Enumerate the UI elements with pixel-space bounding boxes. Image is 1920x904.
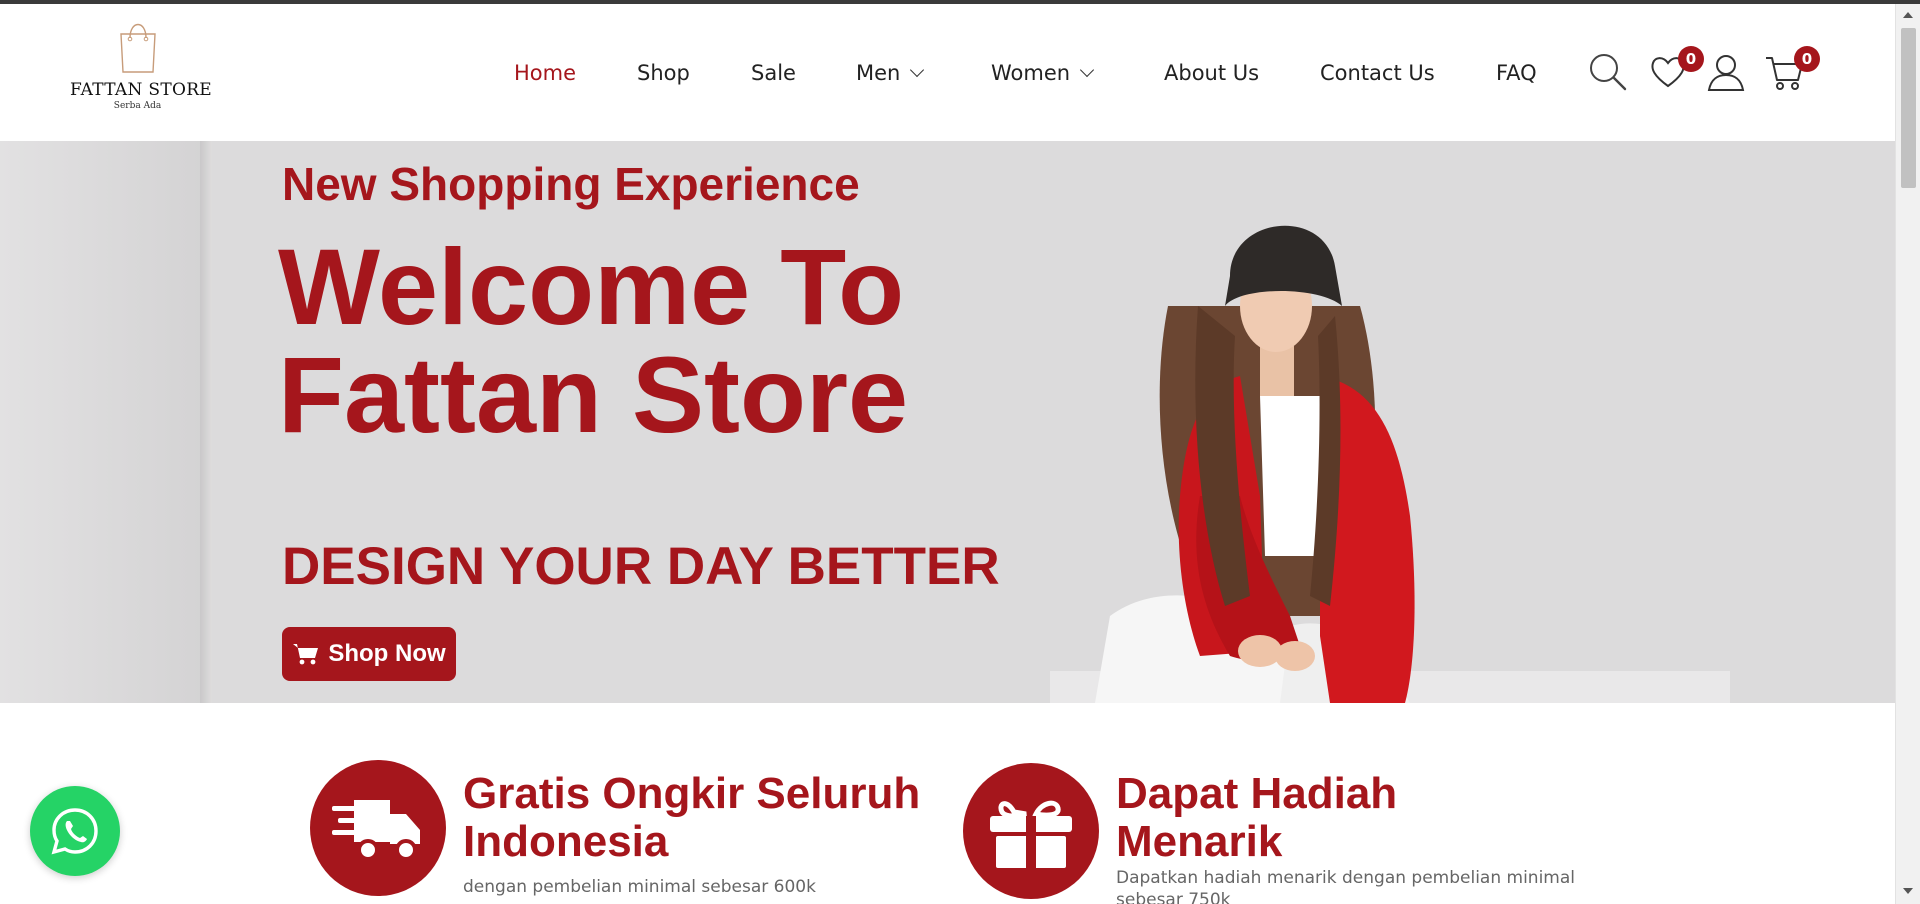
cart-button[interactable]: 0 <box>1764 46 1820 96</box>
whatsapp-chat-button[interactable] <box>30 786 120 876</box>
gift-icon-circle <box>963 763 1099 899</box>
user-icon <box>1707 55 1745 91</box>
hero-title-line1: Welcome To <box>278 226 905 347</box>
nav-shop[interactable]: Shop <box>637 61 690 85</box>
delivery-truck-icon <box>332 800 420 861</box>
nav-men-label: Men <box>856 61 901 85</box>
search-icon <box>1590 54 1627 91</box>
chevron-down-icon <box>910 62 925 78</box>
cart-count-badge: 0 <box>1794 46 1820 72</box>
wishlist-count-badge: 0 <box>1678 46 1704 72</box>
hero-banner: New Shopping Experience Welcome To Fatta… <box>0 141 1895 703</box>
gift-icon <box>990 800 1072 868</box>
brand-tagline: Serba Ada <box>113 101 162 111</box>
feature-title-line2: Menarik <box>1116 817 1283 866</box>
hero-title-line2: Fattan Store <box>278 334 909 455</box>
nav-women[interactable]: Women <box>991 61 1095 85</box>
nav-shop-label: Shop <box>637 61 690 85</box>
nav-home-label: Home <box>514 61 577 85</box>
scrollbar-thumb[interactable] <box>1901 28 1916 188</box>
delivery-truck-icon-circle <box>310 760 446 896</box>
feature-title-line1: Dapat Hadiah <box>1116 769 1398 818</box>
hero-tagline: DESIGN YOUR DAY BETTER <box>282 537 1000 596</box>
nav-about[interactable]: About Us <box>1164 61 1259 85</box>
nav-women-label: Women <box>991 61 1071 85</box>
scroll-up-arrow-icon[interactable] <box>1903 12 1913 18</box>
feature-title-line1: Gratis Ongkir Seluruh <box>463 769 921 818</box>
hero-model-image <box>1095 225 1415 703</box>
nav-contact[interactable]: Contact Us <box>1320 61 1435 85</box>
nav-sale[interactable]: Sale <box>751 61 796 85</box>
nav-about-label: About Us <box>1164 61 1260 85</box>
nav-faq-label: FAQ <box>1496 61 1537 85</box>
feature-title: Gratis Ongkir Seluruh Indonesia <box>463 770 920 866</box>
hero-background-edge <box>200 141 212 703</box>
nav-faq[interactable]: FAQ <box>1496 61 1537 85</box>
account-button[interactable] <box>1706 52 1750 96</box>
feature-description: Dapatkan hadiah menarik dengan pembelian… <box>1116 868 1575 904</box>
hero-subtitle: New Shopping Experience <box>282 158 860 210</box>
hero-title: Welcome To Fattan Store <box>278 233 908 449</box>
feature-title: Dapat Hadiah Menarik <box>1116 770 1397 866</box>
main-nav: Home Shop Sale Men Women About Us Contac… <box>0 61 1600 91</box>
cart-icon <box>293 644 319 665</box>
page-scrollbar[interactable] <box>1895 4 1920 904</box>
nav-men[interactable]: Men <box>856 61 925 85</box>
feature-description: dengan pembelian minimal sebesar 600k <box>463 877 816 897</box>
nav-home[interactable]: Home <box>514 61 576 85</box>
search-button[interactable] <box>1588 52 1632 96</box>
chevron-down-icon <box>1080 62 1095 78</box>
hero-background-panel <box>0 141 205 703</box>
nav-sale-label: Sale <box>751 61 796 85</box>
feature-title-line2: Indonesia <box>463 817 669 866</box>
scroll-down-arrow-icon[interactable] <box>1903 888 1913 894</box>
whatsapp-icon <box>51 808 98 855</box>
wishlist-button[interactable]: 0 <box>1648 46 1704 96</box>
shop-now-label: Shop Now <box>328 640 446 667</box>
nav-contact-label: Contact Us <box>1320 61 1435 85</box>
shop-now-button[interactable]: Shop Now <box>282 627 456 681</box>
site-header: FATTAN STORE Serba Ada Home Shop Sale Me… <box>0 4 1895 141</box>
